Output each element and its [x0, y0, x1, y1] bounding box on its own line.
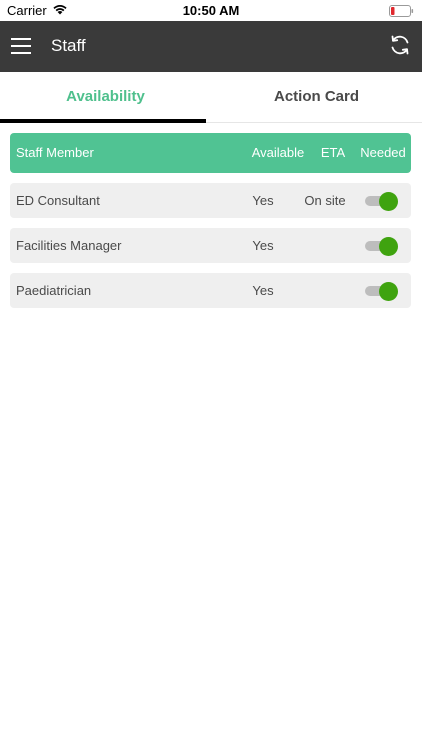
table-row: ED Consultant Yes On site	[10, 183, 411, 218]
toggle-knob	[379, 237, 398, 256]
refresh-icon[interactable]	[389, 34, 411, 56]
needed-toggle[interactable]	[363, 281, 399, 301]
tab-availability[interactable]: Availability	[0, 72, 211, 122]
staff-name: ED Consultant	[16, 193, 100, 208]
status-time: 10:50 AM	[182, 3, 240, 18]
nav-bar: Staff	[0, 21, 422, 72]
active-tab-indicator	[0, 119, 206, 123]
staff-name: Paediatrician	[16, 283, 92, 298]
staff-available: Yes	[252, 238, 274, 253]
staff-eta: On site	[304, 193, 346, 208]
header-staff-member: Staff Member	[16, 145, 94, 160]
tab-action-card[interactable]: Action Card	[211, 72, 422, 122]
tab-bar: Availability Action Card	[0, 72, 422, 123]
status-bar: Carrier 10:50 AM	[0, 0, 422, 21]
app-screen: Carrier 10:50 AM Staff Availability Acti…	[0, 0, 422, 750]
page-title: Staff	[51, 36, 86, 55]
staff-name: Facilities Manager	[16, 238, 122, 253]
table-header: Staff Member Available ETA Needed	[10, 133, 411, 173]
toggle-knob	[379, 282, 398, 301]
battery-icon	[389, 5, 414, 20]
toggle-knob	[379, 192, 398, 211]
needed-toggle[interactable]	[363, 236, 399, 256]
header-needed: Needed	[360, 145, 406, 160]
hamburger-menu-icon[interactable]	[11, 36, 31, 56]
table-row: Paediatrician Yes	[10, 273, 411, 308]
table-row: Facilities Manager Yes	[10, 228, 411, 263]
staff-available: Yes	[252, 283, 274, 298]
needed-toggle[interactable]	[363, 191, 399, 211]
